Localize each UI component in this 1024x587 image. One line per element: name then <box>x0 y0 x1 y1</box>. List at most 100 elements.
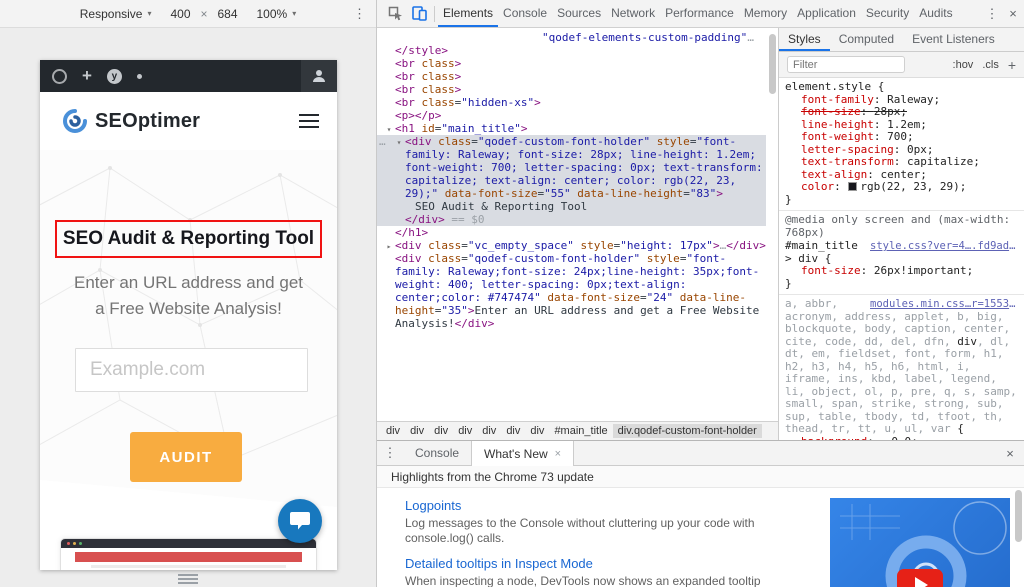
whatsnew-section-title[interactable]: Detailed tooltips in Inspect Mode <box>405 556 812 571</box>
whatsnew-sections: LogpointsLog messages to the Console wit… <box>405 498 812 587</box>
seoptimer-logo[interactable]: SEOptimer <box>62 108 200 134</box>
youtube-play-icon[interactable] <box>897 569 943 587</box>
breadcrumb-item[interactable]: #main_title <box>549 424 612 438</box>
new-style-rule-button[interactable]: + <box>1008 58 1016 72</box>
inspect-element-icon[interactable] <box>383 1 407 27</box>
wordpress-icon[interactable] <box>52 69 67 84</box>
video-thumbnail[interactable] <box>830 498 1010 587</box>
console-drawer: ⋮ ConsoleWhat's New× × Highlights from t… <box>377 440 1024 587</box>
chevron-down-icon: ▾ <box>292 9 296 18</box>
elements-panel: "qodef-elements-custom-padding"…</style>… <box>377 28 778 440</box>
drawer-tab-console[interactable]: Console <box>403 441 471 465</box>
styles-filter-bar: :hov .cls + <box>779 52 1024 78</box>
stylesheet-source-link[interactable]: style.css?ver=4….fd9ad38cb0:538 <box>870 240 1020 253</box>
dom-tree-line[interactable]: <br class="hidden-xs"> <box>377 96 766 109</box>
styles-filter-input[interactable] <box>787 56 905 73</box>
collapse-arrow-icon[interactable]: ▾ <box>394 136 404 149</box>
sidebar-tab-computed[interactable]: Computed <box>830 28 903 51</box>
dom-tree: "qodef-elements-custom-padding"…</style>… <box>377 28 778 421</box>
dom-tree-line[interactable]: ▾<h1 id="main_title"> <box>377 122 766 135</box>
pseudo-state-toggle[interactable]: :hov <box>953 59 974 71</box>
plus-icon[interactable]: + <box>82 67 92 84</box>
sidebar-tab-styles[interactable]: Styles <box>779 28 830 51</box>
styles-toolbar-toggles: :hov .cls + <box>953 58 1016 72</box>
whatsnew-section-title[interactable]: Logpoints <box>405 498 812 513</box>
dom-tree-line[interactable]: <br class> <box>377 83 766 96</box>
breadcrumb-item[interactable]: div <box>477 424 501 438</box>
element-classes-toggle[interactable]: .cls <box>982 59 999 71</box>
toolbar-separator <box>434 6 435 22</box>
sidebar-tab-event-listeners[interactable]: Event Listeners <box>903 28 1004 51</box>
browser-mockup-graphic <box>60 538 317 570</box>
yoast-seo-icon[interactable]: y <box>107 69 122 84</box>
whatsnew-scrollbar[interactable] <box>1015 490 1022 542</box>
device-toolbar-toggle-icon[interactable] <box>407 1 431 27</box>
close-tab-icon[interactable]: × <box>555 448 561 460</box>
device-dimensions: × <box>165 7 242 21</box>
color-swatch[interactable] <box>848 182 857 191</box>
device-toolbar-menu-icon[interactable]: ⋮ <box>353 6 366 22</box>
device-toolbar: Responsive ▾ × 100% ▾ ⋮ <box>0 0 376 28</box>
tab-network[interactable]: Network <box>606 0 660 27</box>
mockup-text-line <box>91 565 286 568</box>
site-header: SEOptimer <box>40 92 337 150</box>
device-canvas: + y <box>0 28 376 587</box>
dom-tree-line[interactable]: <br class> <box>377 57 766 70</box>
url-input[interactable] <box>75 348 308 392</box>
device-width-input[interactable] <box>165 7 195 21</box>
device-mode-select[interactable]: Responsive ▾ <box>80 7 152 21</box>
site-hero: SEO Audit & Reporting Tool Enter an URL … <box>40 150 337 570</box>
zoom-select[interactable]: 100% ▾ <box>257 7 297 21</box>
tab-audits[interactable]: Audits <box>914 0 957 27</box>
tab-sources[interactable]: Sources <box>552 0 606 27</box>
mockup-titlebar <box>61 539 316 548</box>
devtools-close-icon[interactable]: × <box>1002 6 1024 21</box>
breadcrumb-item[interactable]: div <box>429 424 453 438</box>
dom-tree-line[interactable]: "qodef-elements-custom-padding"… <box>377 31 766 44</box>
dom-tree-line[interactable]: ▾…<div class="qodef-custom-font-holder" … <box>377 135 766 200</box>
dom-tree-line[interactable]: </div> == $0 <box>377 213 766 226</box>
device-height-input[interactable] <box>213 7 243 21</box>
breadcrumb-item[interactable]: div <box>381 424 405 438</box>
tab-performance[interactable]: Performance <box>660 0 739 27</box>
devtools-tabbar: ElementsConsoleSourcesNetworkPerformance… <box>377 0 1024 28</box>
breadcrumb-item[interactable]: div <box>501 424 525 438</box>
dom-tree-line[interactable]: </h1> <box>377 226 766 239</box>
chat-widget-button[interactable] <box>278 499 322 543</box>
dom-tree-line[interactable]: SEO Audit & Reporting Tool <box>377 200 766 213</box>
drawer-tabbar: ⋮ ConsoleWhat's New× × <box>377 441 1024 466</box>
tab-memory[interactable]: Memory <box>739 0 792 27</box>
dom-tree-line[interactable]: ▸<div class="vc_empty_space" style="heig… <box>377 239 766 252</box>
elements-scrollbar[interactable] <box>769 34 776 94</box>
css-property[interactable]: color: rgb(22, 23, 29); <box>785 181 1020 194</box>
dimension-times-separator: × <box>200 7 207 21</box>
breadcrumb-item[interactable]: div <box>405 424 429 438</box>
breadcrumb-item[interactable]: div <box>525 424 549 438</box>
dom-tree-line[interactable]: <p></p> <box>377 109 766 122</box>
tab-security[interactable]: Security <box>861 0 914 27</box>
dom-tree-line[interactable]: </style> <box>377 44 766 57</box>
styles-sidebar-tabs: StylesComputedEvent Listeners <box>779 28 1024 52</box>
drawer-menu-icon[interactable]: ⋮ <box>377 441 403 465</box>
device-resize-handle[interactable] <box>178 574 198 584</box>
devtools-menu-icon[interactable]: ⋮ <box>982 6 1002 22</box>
breadcrumb-item[interactable]: div.qodef-custom-font-holder <box>613 424 762 438</box>
dom-tree-line[interactable]: <br class> <box>377 70 766 83</box>
tab-application[interactable]: Application <box>792 0 861 27</box>
drawer-tab-what-s-new[interactable]: What's New× <box>471 441 574 466</box>
inline-more-icon[interactable]: … <box>379 135 386 148</box>
hamburger-menu-icon[interactable] <box>299 114 319 128</box>
chevron-down-icon: ▾ <box>147 9 151 18</box>
tab-elements[interactable]: Elements <box>438 0 498 27</box>
breadcrumb: divdivdivdivdivdivdiv#main_titlediv.qode… <box>377 421 778 440</box>
tab-console[interactable]: Console <box>498 0 552 27</box>
dom-tree-line[interactable]: <div class="qodef-custom-font-holder" st… <box>377 252 766 330</box>
device-screen: + y <box>40 60 337 570</box>
css-property[interactable]: font-size: 26px!important; <box>785 265 1020 278</box>
avatar[interactable] <box>301 60 337 92</box>
breadcrumb-item[interactable]: div <box>453 424 477 438</box>
wp-admin-bar: + y <box>40 60 337 92</box>
devtools: ElementsConsoleSourcesNetworkPerformance… <box>376 0 1024 587</box>
audit-button[interactable]: AUDIT <box>130 432 242 482</box>
drawer-close-icon[interactable]: × <box>996 441 1024 465</box>
